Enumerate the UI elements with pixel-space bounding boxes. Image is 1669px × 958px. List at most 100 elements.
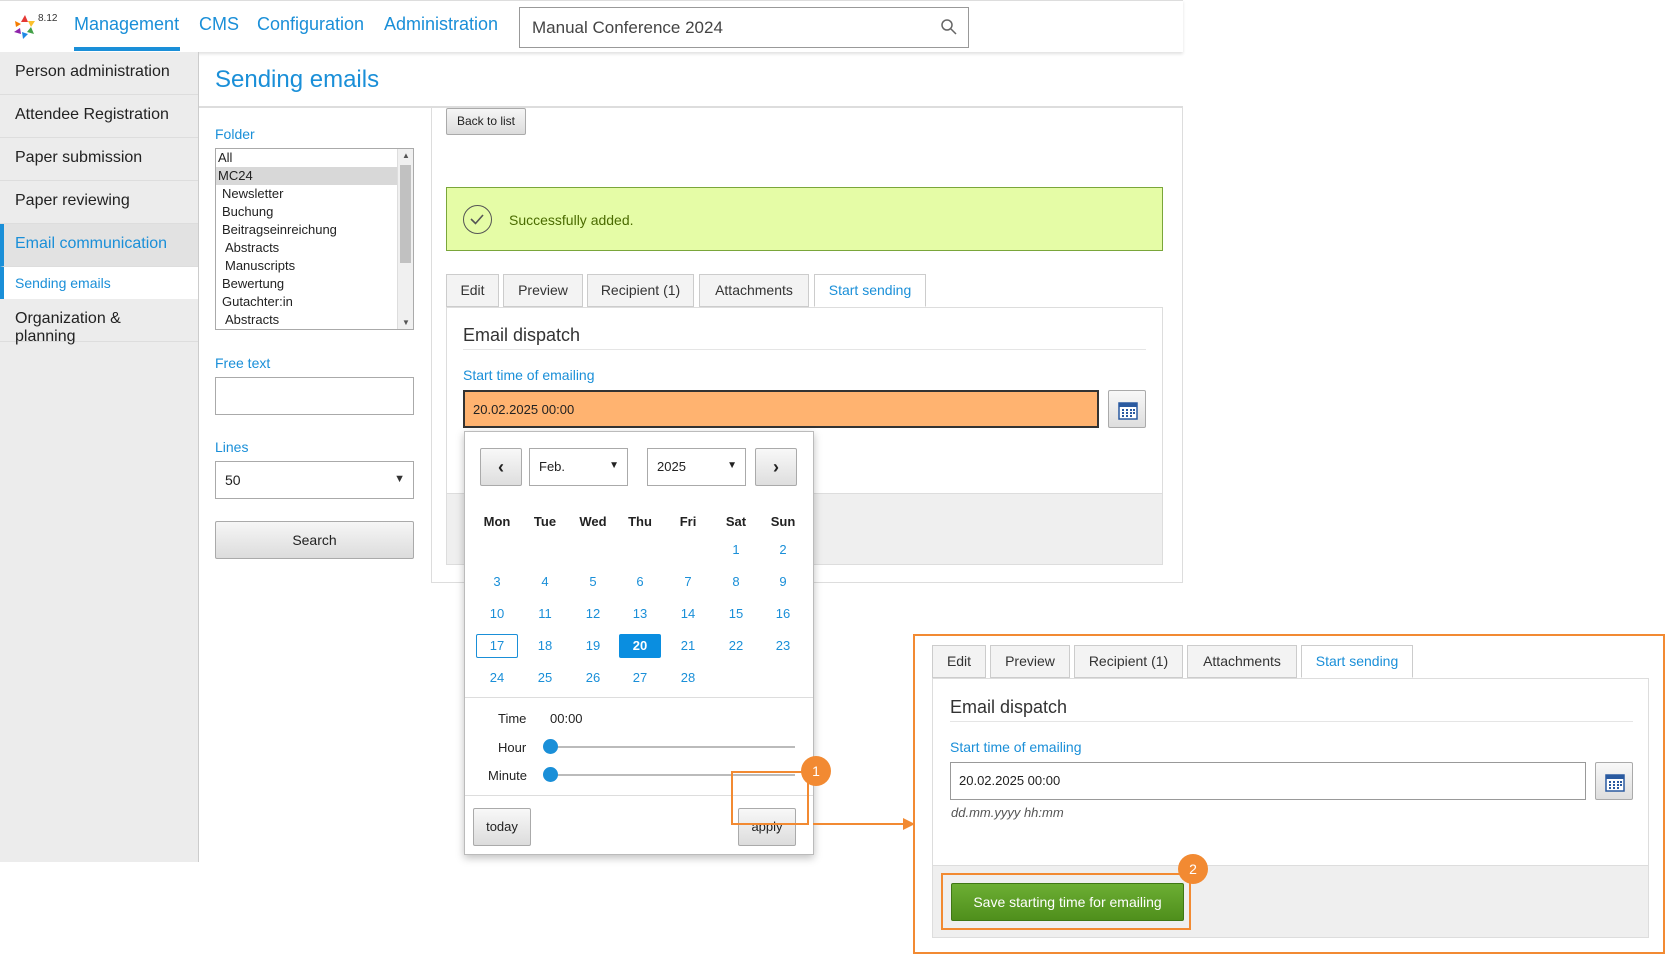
search-button[interactable]: Search [215,521,414,559]
calendar-day[interactable]: 2 [762,538,804,562]
next-month-button[interactable]: › [755,448,797,486]
lines-select[interactable]: 50 ▼ [215,461,414,499]
calendar-day[interactable]: 27 [619,666,661,690]
folder-option[interactable]: All [216,149,413,167]
sidebar-subitem-sending-emails[interactable]: Sending emails [0,267,198,299]
tab-edit[interactable]: Edit [932,645,986,678]
hour-label: Hour [498,740,527,755]
month-select[interactable]: Feb. ▼ [529,448,628,486]
nav-cms[interactable]: CMS [199,14,239,35]
nav-management[interactable]: Management [74,14,179,35]
scroll-up-icon[interactable]: ▲ [402,151,410,160]
folder-option[interactable]: Abstracts [216,239,413,257]
callout-apply-highlight [731,771,809,825]
tab-recipient[interactable]: Recipient (1) [587,274,694,307]
calendar-day[interactable]: 21 [667,634,709,658]
check-circle-icon [463,205,492,234]
calendar-day-today[interactable]: 17 [476,634,518,658]
calendar-day[interactable]: 26 [572,666,614,690]
tab-edit[interactable]: Edit [446,274,499,307]
calendar-day[interactable]: 6 [619,570,661,594]
calendar-day[interactable]: 12 [572,602,614,626]
year-select[interactable]: 2025 ▼ [647,448,746,486]
calendar-day[interactable]: 16 [762,602,804,626]
tab-recipient[interactable]: Recipient (1) [1074,645,1183,678]
calendar-day[interactable]: 22 [715,634,757,658]
back-to-list-button[interactable]: Back to list [446,108,526,135]
search-icon[interactable] [940,18,958,36]
sidebar-item-paper-submission[interactable]: Paper submission [0,138,198,181]
folder-option[interactable]: Beitragseinreichung [216,221,413,239]
nav-configuration[interactable]: Configuration [257,14,364,35]
calendar-day[interactable]: 3 [476,570,518,594]
folder-option[interactable]: Newsletter [216,185,413,203]
weekday-fri: Fri [679,514,697,529]
freetext-input[interactable] [215,377,414,415]
calendar-day[interactable]: 7 [667,570,709,594]
calendar-day[interactable]: 5 [572,570,614,594]
datepicker-divider [465,697,813,698]
start-time-label: Start time of emailing [950,739,1082,755]
calendar-button[interactable] [1595,762,1633,800]
hour-slider-handle[interactable] [543,739,558,754]
calendar-day[interactable]: 4 [524,570,566,594]
calendar-button[interactable] [1108,390,1146,428]
tab-preview[interactable]: Preview [990,645,1070,678]
weekday-sat: Sat [725,514,747,529]
folder-scrollbar-thumb[interactable] [400,165,411,263]
section-divider [950,721,1633,722]
calendar-day[interactable]: 24 [476,666,518,690]
weekday-wed: Wed [579,514,607,529]
sidebar-item-paper-reviewing[interactable]: Paper reviewing [0,181,198,224]
tab-attachments[interactable]: Attachments [1187,645,1297,678]
today-button[interactable]: today [473,808,531,846]
app-logo-icon[interactable] [10,12,40,42]
calendar-day[interactable]: 18 [524,634,566,658]
start-time-input[interactable]: 20.02.2025 00:00 [463,390,1099,428]
folder-option[interactable]: Abstracts [216,311,413,329]
tab-preview[interactable]: Preview [503,274,583,307]
prev-month-button[interactable]: ‹ [480,448,522,486]
calendar-day[interactable]: 13 [619,602,661,626]
tab-start-sending[interactable]: Start sending [814,274,926,307]
folder-listbox[interactable]: All MC24 Newsletter Buchung Beitragseinr… [215,148,414,330]
folder-option-selected[interactable]: MC24 [216,167,413,185]
calendar-icon [1605,774,1625,792]
calendar-day[interactable]: 23 [762,634,804,658]
tab-attachments[interactable]: Attachments [699,274,809,307]
sidebar-item-attendee-registration[interactable]: Attendee Registration [0,95,198,138]
calendar-day-selected[interactable]: 20 [619,634,661,658]
sidebar-item-person-administration[interactable]: Person administration [0,52,198,95]
folder-option[interactable]: Gutachter:in [216,293,413,311]
folder-option[interactable]: Bewertung [216,275,413,293]
folder-option[interactable]: Manuscripts [216,257,413,275]
calendar-day[interactable]: 28 [667,666,709,690]
sidebar-item-organization-planning[interactable]: Organization & planning [0,299,198,345]
calendar-day[interactable]: 10 [476,602,518,626]
calendar-day[interactable]: 9 [762,570,804,594]
lines-select-value: 50 [225,472,241,488]
sidebar-item-email-communication[interactable]: Email communication [0,224,198,267]
calendar-day[interactable]: 19 [572,634,614,658]
weekday-thu: Thu [628,514,652,529]
active-nav-indicator [74,47,180,51]
minute-slider-handle[interactable] [543,767,558,782]
calendar-day[interactable]: 8 [715,570,757,594]
tab-start-sending[interactable]: Start sending [1301,645,1413,678]
event-search-input[interactable]: Manual Conference 2024 [519,7,969,48]
start-time-input[interactable]: 20.02.2025 00:00 [950,762,1586,800]
calendar-day[interactable]: 25 [524,666,566,690]
folder-scrollbar[interactable]: ▲ ▼ [397,149,413,329]
hour-slider[interactable] [550,746,795,748]
calendar-day[interactable]: 14 [667,602,709,626]
callout-badge-2: 2 [1178,854,1208,884]
success-message: Successfully added. [509,212,634,228]
folder-option[interactable]: Buchung [216,203,413,221]
nav-administration[interactable]: Administration [384,14,498,35]
calendar-day[interactable]: 1 [715,538,757,562]
scroll-down-icon[interactable]: ▼ [402,318,410,327]
calendar-icon [1118,402,1138,420]
calendar-day[interactable]: 11 [524,602,566,626]
calendar-day[interactable]: 15 [715,602,757,626]
callout-badge-1: 1 [801,756,831,786]
